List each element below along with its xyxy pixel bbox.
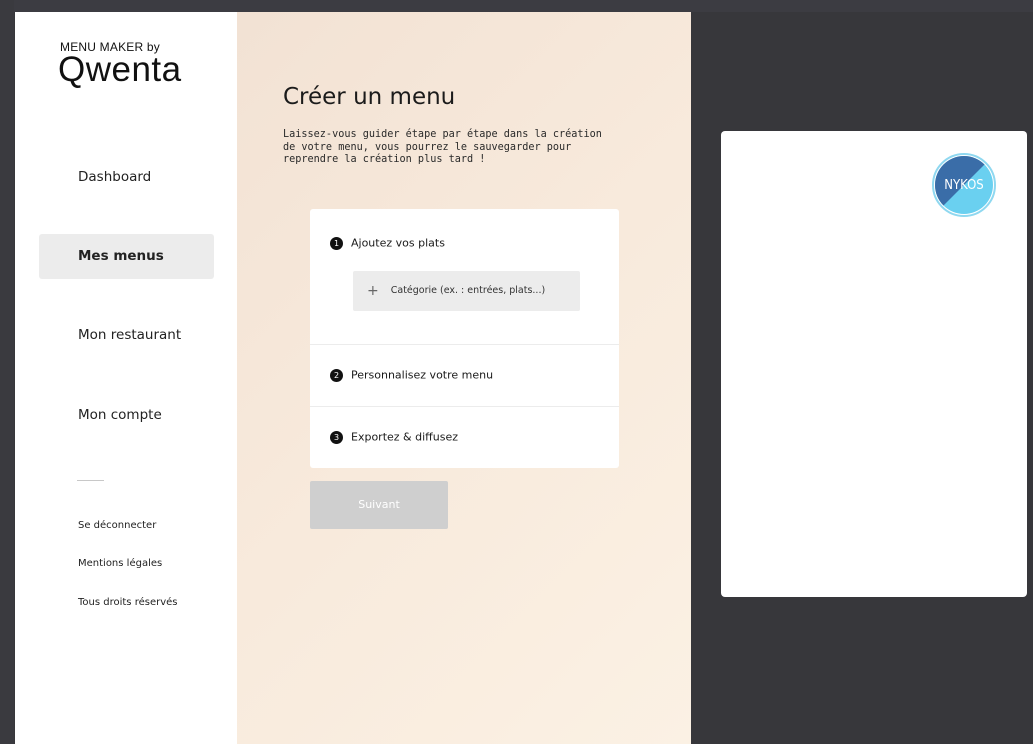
step-number-badge: 1 [330,236,343,250]
legal-notice-link[interactable]: Mentions légales [78,558,162,569]
logout-link[interactable]: Se déconnecter [78,520,156,531]
step-number-badge: 2 [330,368,343,382]
step-2[interactable]: 2 Personnalisez votre menu [330,368,493,382]
sidebar-item-mon-restaurant[interactable]: Mon restaurant [39,313,214,358]
menu-preview-panel: NYKOS [721,131,1027,597]
step-1[interactable]: 1 Ajoutez vos plats [330,236,445,250]
page-title: Créer un menu [283,84,456,110]
steps-card: 1 Ajoutez vos plats + Catégorie (ex. : ent… [310,209,619,468]
sidebar-item-dashboard[interactable]: Dashboard [39,155,214,200]
step-label: Ajoutez vos plats [351,236,445,250]
step-number-badge: 3 [330,430,343,444]
rights-reserved-link[interactable]: Tous droits réservés [78,597,178,608]
intro-text: Laissez-vous guider étape par étape dans… [283,129,602,165]
restaurant-logo-text: NYKOS [944,178,983,193]
sidebar-item-mon-compte[interactable]: Mon compte [39,393,214,438]
next-button[interactable]: Suivant [310,481,448,529]
step-divider [310,406,619,407]
window-left-frame [0,0,14,744]
step-3[interactable]: 3 Exportez & diffusez [330,430,458,444]
step-label: Exportez & diffusez [351,430,458,444]
sidebar-divider [77,480,104,481]
window-top-frame [0,0,1033,12]
add-category-button[interactable]: + Catégorie (ex. : entrées, plats...) [353,271,580,311]
main-panel: Créer un menu Laissez-vous guider étape … [237,12,691,744]
step-label: Personnalisez votre menu [351,368,494,382]
brand-logo[interactable]: Qwenta [58,50,182,90]
step-divider [310,344,619,345]
sidebar: MENU MAKER by Qwenta Dashboard Mes menus… [15,12,237,744]
plus-icon: + [367,283,379,299]
add-category-label: Catégorie (ex. : entrées, plats...) [390,285,546,296]
sidebar-item-mes-menus[interactable]: Mes menus [39,234,214,279]
restaurant-logo: NYKOS [932,153,996,217]
